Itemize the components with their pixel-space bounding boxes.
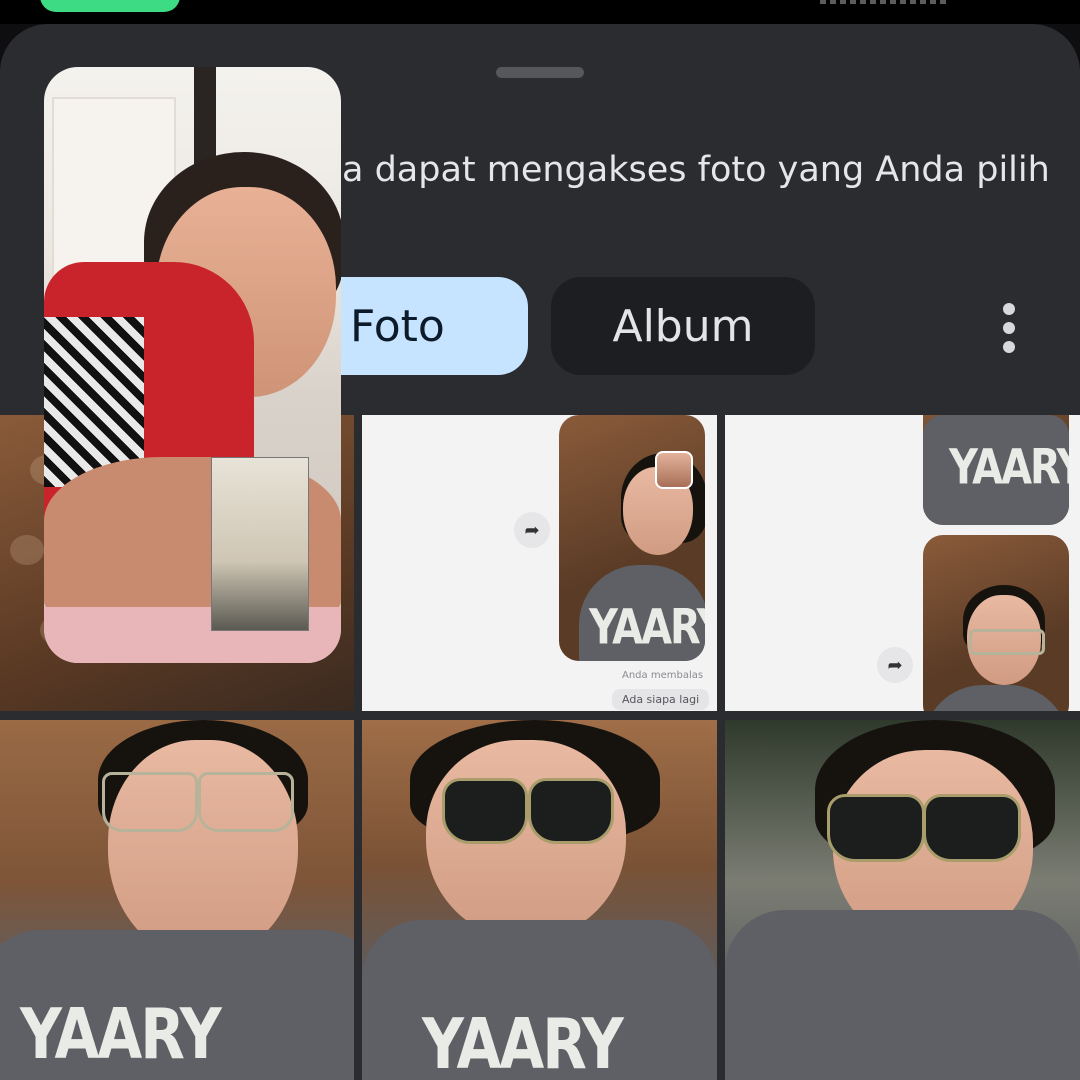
chat-photo: YAARY <box>559 415 705 661</box>
share-icon: ➦ <box>877 647 913 683</box>
photo-thumbnail-6[interactable] <box>725 720 1080 1080</box>
reply-caption: Anda membalas <box>622 670 704 681</box>
shirt-print: YAARY <box>422 1003 624 1080</box>
photo-thumbnail-5[interactable]: YAARY <box>362 720 717 1080</box>
chat-photo-upper: YAARY <box>923 415 1069 525</box>
reply-bubble: Ada siapa lagi <box>612 689 710 710</box>
photo-thumbnail-4[interactable]: YAARY <box>0 720 354 1080</box>
status-icons <box>820 0 950 4</box>
permission-text: a dapat mengakses foto yang Anda pilih <box>342 150 1050 190</box>
tab-photos-label: Foto <box>350 300 445 352</box>
chat-photo-lower <box>923 535 1069 711</box>
sunglasses <box>827 794 925 862</box>
shirt-print: YAARY <box>20 993 222 1075</box>
tab-albums-label: Album <box>612 300 754 352</box>
self-view-inset[interactable] <box>211 457 309 631</box>
tab-albums[interactable]: Album <box>551 277 815 375</box>
shirt-print: YAARY <box>949 440 1069 496</box>
glasses <box>102 772 198 832</box>
more-options-button[interactable] <box>994 303 1024 353</box>
video-call-pip[interactable] <box>44 67 341 663</box>
photo-thumbnail-3[interactable]: YAARY ➦ <box>725 415 1080 711</box>
avatar <box>655 451 693 489</box>
drag-handle[interactable] <box>496 67 584 78</box>
photo-thumbnail-2[interactable]: ➦ YAARY Anda membalas Ada siapa lagi <box>362 415 717 711</box>
more-vert-icon <box>1003 303 1015 315</box>
call-indicator-pill[interactable] <box>40 0 180 12</box>
shirt-print: YAARY <box>589 600 705 656</box>
sunglasses <box>442 778 528 844</box>
share-icon: ➦ <box>514 512 550 548</box>
status-bar <box>0 0 1080 24</box>
